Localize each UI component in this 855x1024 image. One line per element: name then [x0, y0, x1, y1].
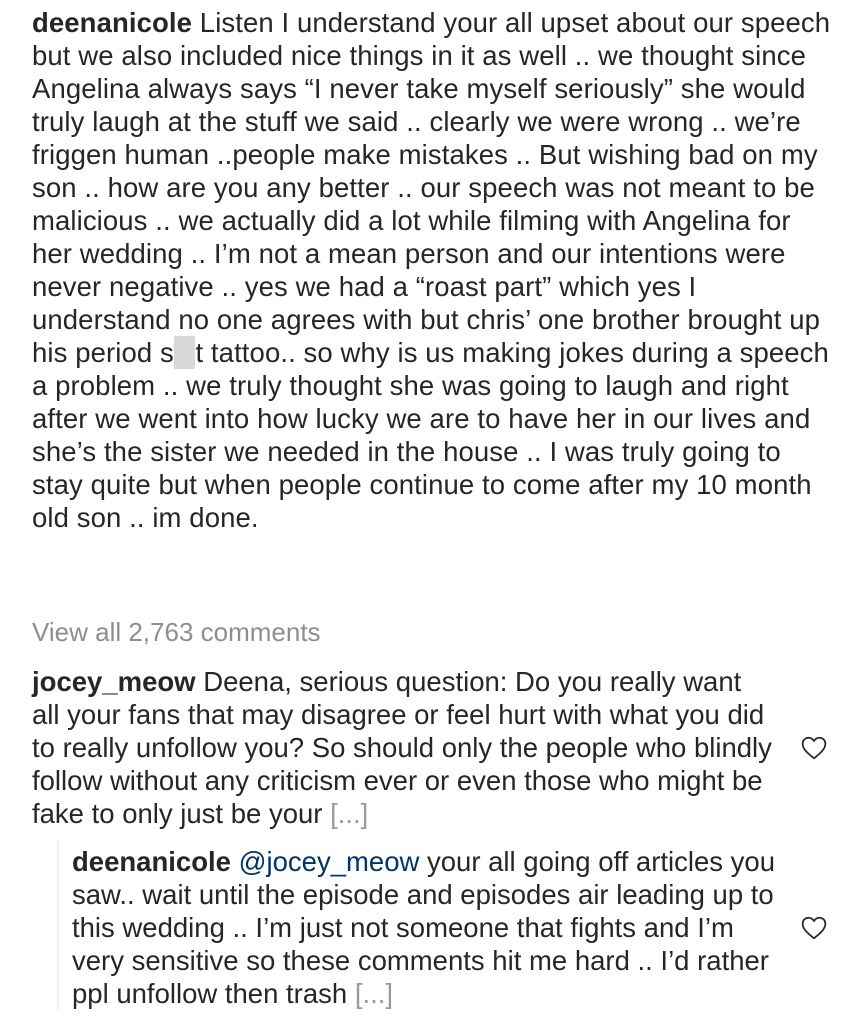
post-caption: deenanicole Listen I understand your all… [32, 6, 832, 534]
reply-username[interactable]: deenanicole [72, 846, 231, 877]
caption-text: Listen I understand your all upset about… [32, 7, 830, 533]
more-link[interactable]: [...] [330, 798, 368, 829]
comment-item: jocey_meow Deena, serious question: Do y… [32, 665, 772, 830]
caption-username[interactable]: deenanicole [32, 7, 192, 38]
caption-text-part-1: Listen I understand your all upset about… [32, 7, 831, 368]
reply-mention[interactable]: @jocey_meow [239, 846, 420, 877]
more-link[interactable]: [...] [355, 978, 393, 1009]
reply-thread-line [57, 840, 59, 1010]
reply-item: deenanicole @jocey_meow your all going o… [72, 845, 784, 1010]
view-all-comments-link[interactable]: View all 2,763 comments [32, 615, 321, 649]
heart-outline-icon[interactable] [801, 916, 827, 940]
censor-block: hi [173, 336, 196, 369]
heart-outline-icon[interactable] [801, 736, 827, 760]
comment-username[interactable]: jocey_meow [32, 666, 196, 697]
